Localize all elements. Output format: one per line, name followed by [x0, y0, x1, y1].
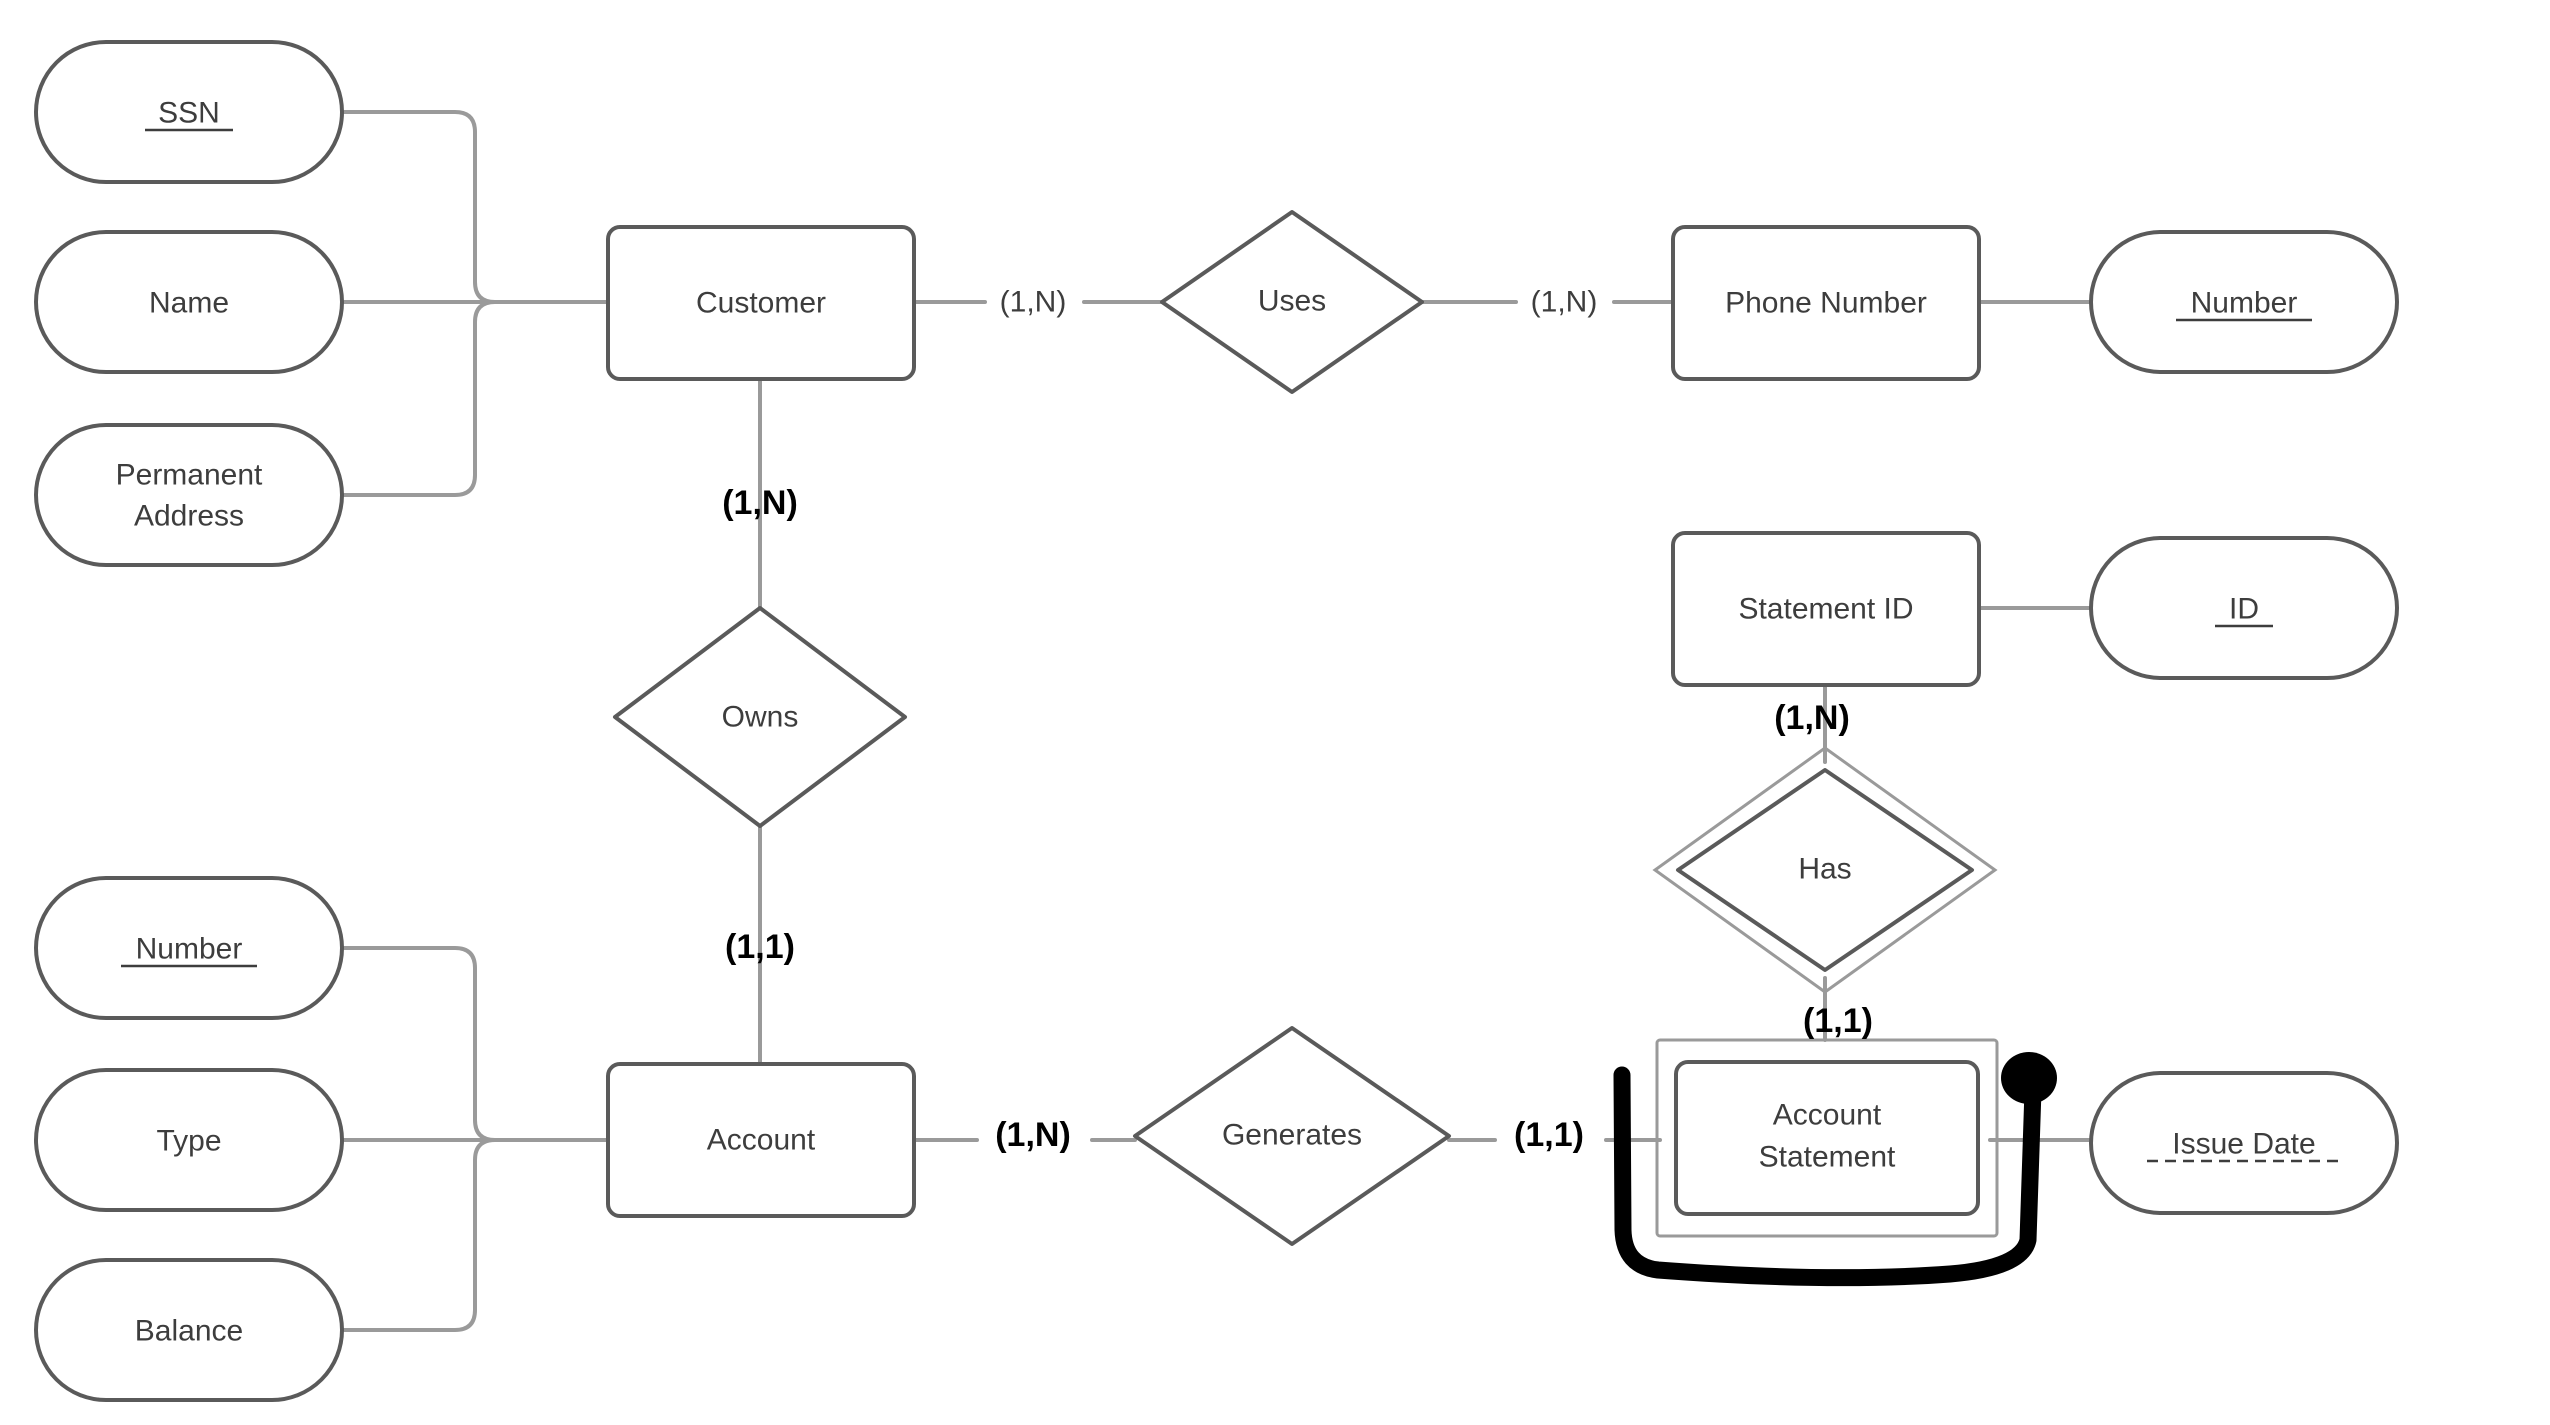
attribute-account-number[interactable]: Number [34, 876, 344, 1020]
attribute-ssn-label: SSN [158, 97, 220, 130]
relationship-owns-label: Owns [722, 701, 799, 734]
cardinality-customer-uses: (1,N) [1000, 286, 1067, 319]
attribute-permanent-address[interactable]: Permanent Address [34, 423, 344, 567]
relationship-generates[interactable]: Generates [1133, 1026, 1451, 1246]
attribute-permanent-address-label-line1: Permanent [116, 459, 263, 492]
attribute-statement-id-key[interactable]: ID [2089, 536, 2399, 680]
attributes-group: SSN Name Permanent Address Number ID Num… [34, 40, 2399, 1402]
entity-customer-label: Customer [696, 287, 826, 320]
attribute-phone-number-key-label: Number [2191, 287, 2298, 320]
relationship-owns[interactable]: Owns [613, 606, 907, 828]
connector-number-to-bus [340, 946, 612, 1142]
attribute-ssn[interactable]: SSN [34, 40, 344, 184]
cardinality-has-statement: (1,1) [1803, 1002, 1873, 1040]
entity-customer[interactable]: Customer [606, 225, 916, 381]
cardinality-generates-statement: (1,1) [1514, 1116, 1584, 1154]
cardinality-customer-owns: (1,N) [722, 484, 798, 522]
relationship-generates-label: Generates [1222, 1119, 1362, 1152]
attribute-account-balance[interactable]: Balance [34, 1258, 344, 1402]
relationship-has[interactable]: Has [1652, 746, 1998, 994]
connector-ssn-to-bus [340, 110, 612, 304]
relationship-has-label: Has [1798, 853, 1851, 886]
attribute-name[interactable]: Name [34, 230, 344, 374]
er-diagram-canvas: SSN Name Permanent Address Number ID Num… [0, 0, 2550, 1425]
attribute-permanent-address-label-line2: Address [134, 500, 244, 533]
connector-address-to-bus [340, 300, 612, 497]
entity-phone-number[interactable]: Phone Number [1671, 225, 1981, 381]
entity-account-label: Account [707, 1124, 816, 1157]
attribute-account-type[interactable]: Type [34, 1068, 344, 1212]
cardinality-owns-account: (1,1) [725, 928, 795, 966]
entity-statement-id[interactable]: Statement ID [1671, 531, 1981, 687]
attribute-statement-id-key-label: ID [2229, 593, 2259, 626]
connector-balance-to-bus [340, 1138, 612, 1332]
relationship-uses-label: Uses [1258, 285, 1326, 318]
cardinality-statementid-has: (1,N) [1774, 699, 1850, 737]
attribute-phone-number-key[interactable]: Number [2089, 230, 2399, 374]
attribute-name-label: Name [149, 287, 229, 320]
entity-account[interactable]: Account [606, 1062, 916, 1218]
cardinality-account-generates: (1,N) [995, 1116, 1071, 1154]
attribute-account-type-label: Type [156, 1125, 221, 1158]
entity-statement-id-label: Statement ID [1738, 593, 1913, 626]
entity-phone-number-label: Phone Number [1725, 287, 1927, 320]
er-diagram-svg: SSN Name Permanent Address Number ID Num… [34, 40, 2399, 1402]
attribute-account-number-label: Number [136, 933, 243, 966]
ink-blob-dot [2001, 1052, 2057, 1104]
attribute-permanent-address-shape [34, 423, 344, 567]
attribute-issue-date-label: Issue Date [2172, 1128, 2315, 1161]
entity-account-statement[interactable]: Account Statement [1655, 1038, 1999, 1238]
attribute-issue-date[interactable]: Issue Date [2089, 1071, 2399, 1215]
entity-account-statement-label-line1: Account [1773, 1099, 1882, 1132]
relationship-uses[interactable]: Uses [1160, 210, 1424, 394]
entity-account-statement-label-line2: Statement [1759, 1141, 1896, 1174]
attribute-account-balance-label: Balance [135, 1315, 243, 1348]
entity-account-statement-inner-shape [1674, 1060, 1980, 1216]
cardinality-uses-phone: (1,N) [1531, 286, 1598, 319]
